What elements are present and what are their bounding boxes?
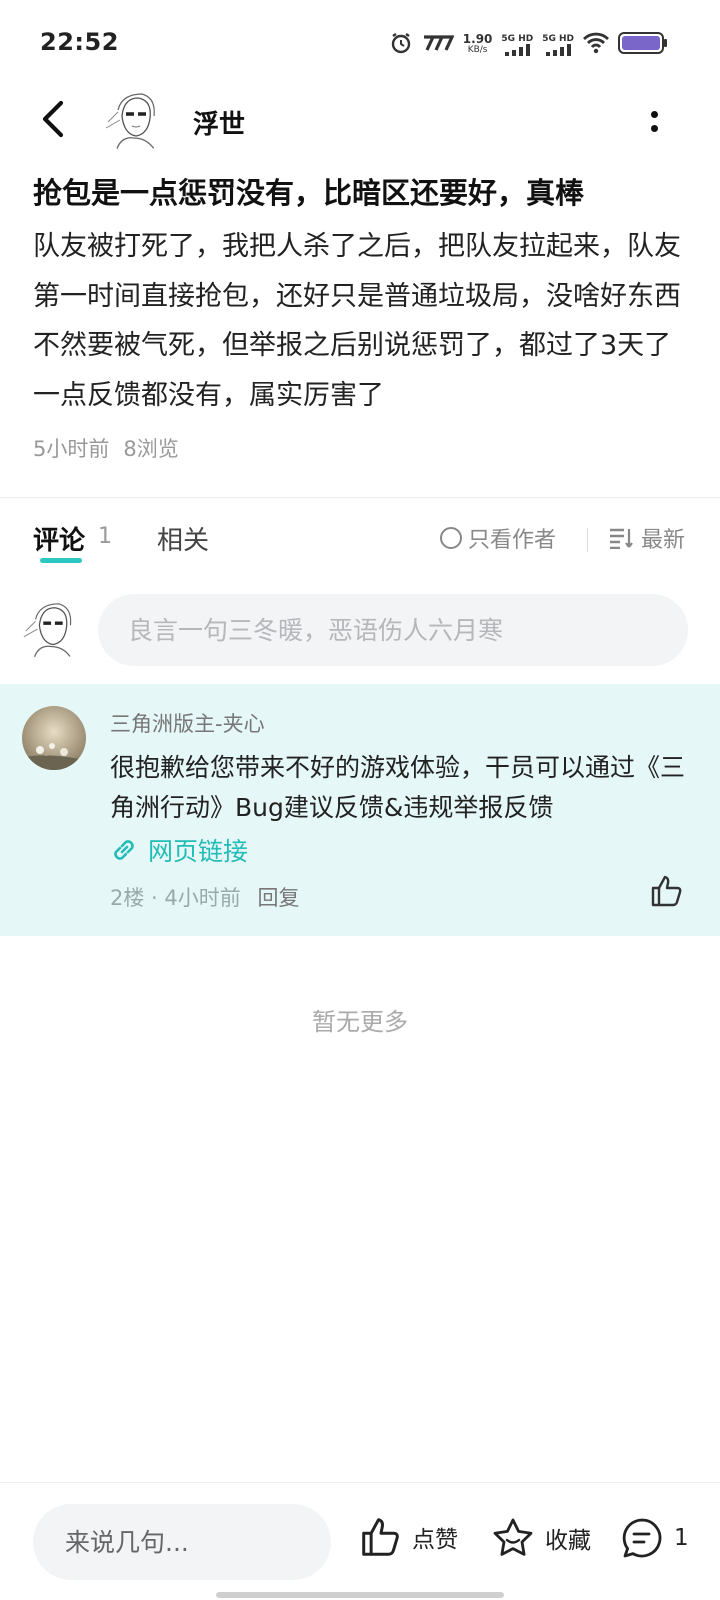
divider <box>0 497 720 498</box>
link-icon <box>114 840 134 860</box>
comment-like-button[interactable] <box>650 874 690 914</box>
thumbs-up-icon <box>651 875 682 907</box>
net-speed-unit: KB/s <box>467 45 488 55</box>
filter-separator <box>587 528 588 552</box>
comment-meta: 2楼 · 4小时前 回复 <box>110 886 300 910</box>
author-name[interactable]: 浮世 <box>193 104 245 141</box>
sort-label: 最新 <box>641 528 686 553</box>
comments-button[interactable]: 1 <box>620 1516 689 1560</box>
favorite-button[interactable]: 收藏 <box>491 1516 591 1560</box>
signal-app-icon <box>422 33 455 57</box>
home-indicator[interactable] <box>216 1592 504 1598</box>
web-link-label: 网页链接 <box>148 837 249 866</box>
signal-icon: 5G HD <box>542 34 574 56</box>
my-avatar <box>20 598 84 662</box>
comment-input[interactable] <box>98 594 688 666</box>
like-button[interactable]: 点赞 <box>360 1516 458 1558</box>
comments-count-badge: 1 <box>674 1525 689 1551</box>
comment-text: 很抱歉给您带来不好的游戏体验，干员可以通过《三角洲行动》Bug建议反馈&违规举报… <box>110 753 686 822</box>
sim1-label: 5G HD <box>501 34 534 44</box>
post-header: 浮世 <box>0 88 720 154</box>
net-speed: 1.90 KB/s <box>462 32 493 56</box>
sim2-label: 5G HD <box>542 34 574 44</box>
comment-item: 三角洲版主-夹心 很抱歉给您带来不好的游戏体验，干员可以通过《三角洲行动》Bug… <box>0 684 720 936</box>
post-meta: 5小时前 8浏览 <box>33 433 179 463</box>
commenter-name[interactable]: 三角洲版主-夹心 <box>110 708 265 738</box>
post-views: 8浏览 <box>123 437 179 461</box>
sort-button[interactable]: 最新 <box>609 522 685 554</box>
comment-tabs: 评论 1 相关 只看作者 最新 <box>0 520 720 570</box>
author-only-toggle[interactable]: 只看作者 <box>440 522 556 554</box>
tab-active-indicator <box>40 558 82 563</box>
more-options-button[interactable] <box>634 100 674 142</box>
status-bar: 22:52 1.90 KB/s 5G HD 5G HD <box>0 0 720 88</box>
comment-bubble-icon <box>622 1518 662 1558</box>
author-only-label: 只看作者 <box>468 528 557 553</box>
post-time: 5小时前 <box>33 437 110 461</box>
tab-comments[interactable]: 评论 <box>33 520 85 557</box>
status-icons: 1.90 KB/s 5G HD 5G HD <box>389 30 668 60</box>
comment-time: 4小时前 <box>164 886 241 910</box>
back-button[interactable] <box>30 96 76 142</box>
like-label: 点赞 <box>412 1527 458 1553</box>
commenter-avatar[interactable] <box>22 706 86 770</box>
author-avatar[interactable] <box>102 88 168 154</box>
web-link[interactable]: 网页链接 <box>110 832 248 868</box>
alarm-icon <box>389 31 413 59</box>
favorite-label: 收藏 <box>545 1528 591 1554</box>
tab-related[interactable]: 相关 <box>157 520 209 557</box>
post-body: 队友被打死了，我把人杀了之后，把队友拉起来，队友第一时间直接抢包，还好只是普通垃… <box>33 231 681 411</box>
comment-floor: 2楼 <box>110 886 145 910</box>
post-title: 抢包是一点惩罚没有，比暗区还要好，真棒 <box>33 176 585 210</box>
signal-icon: 5G HD <box>501 34 533 56</box>
sort-icon <box>610 528 633 549</box>
wifi-icon <box>583 32 609 58</box>
more-vertical-icon <box>650 110 658 132</box>
radio-circle-icon <box>440 527 462 549</box>
comments-count: 1 <box>98 524 112 549</box>
reply-button[interactable]: 回复 <box>257 886 299 910</box>
no-more-label: 暂无更多 <box>312 1008 408 1036</box>
net-speed-value: 1.90 <box>462 32 493 46</box>
bottom-divider <box>0 1482 720 1483</box>
back-arrow-icon <box>42 100 64 138</box>
star-icon <box>493 1518 533 1556</box>
thumbs-up-icon <box>362 1518 399 1556</box>
bottom-comment-input[interactable] <box>33 1504 331 1580</box>
battery-icon <box>618 32 668 58</box>
status-time: 22:52 <box>40 28 119 56</box>
